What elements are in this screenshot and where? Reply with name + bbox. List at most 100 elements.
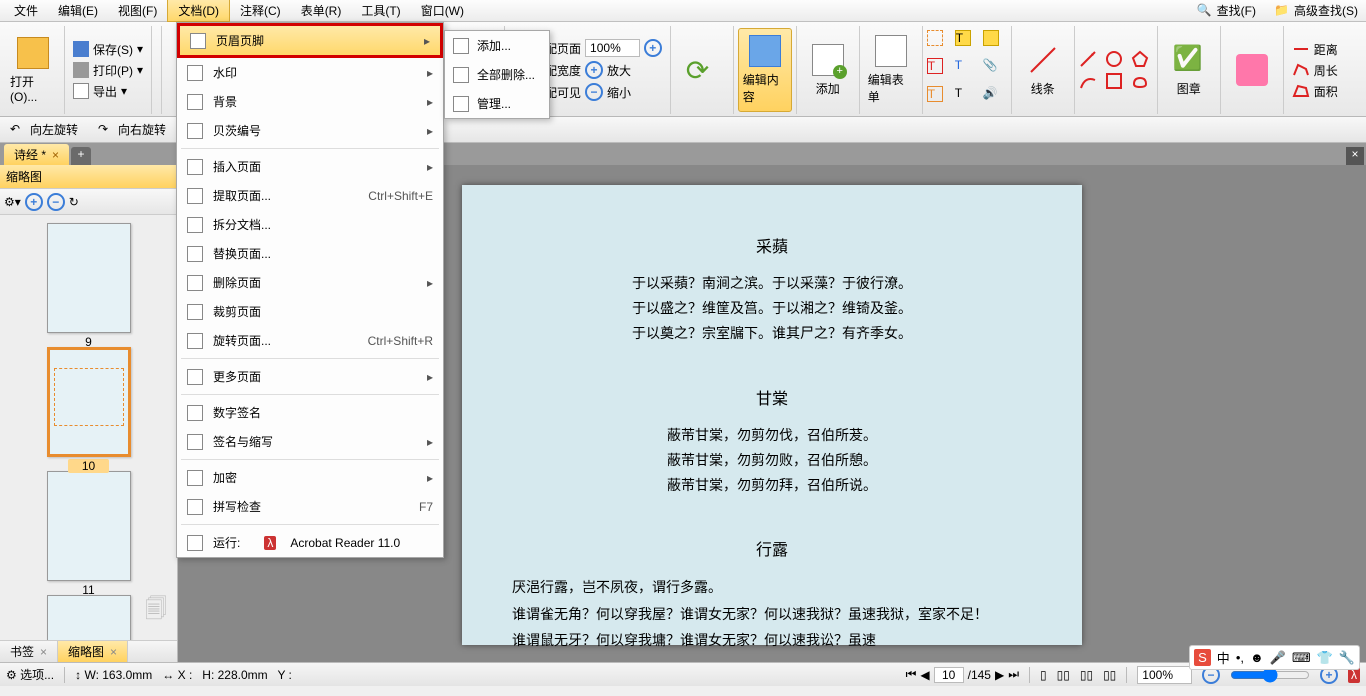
zoomout-icon[interactable]: − [585,83,603,101]
tabbar-close-icon[interactable]: × [1346,147,1364,165]
prev-page-icon[interactable]: ◀ [920,668,929,682]
circle-icon[interactable] [1105,50,1123,68]
menu-edit[interactable]: 编辑(E) [48,0,108,21]
menu-comment[interactable]: 注释(C) [230,0,291,21]
sound-icon[interactable]: 🔊 [983,86,999,102]
text-orange-icon[interactable]: T [927,86,943,102]
stamp-button[interactable]: ✅ 图章 [1162,28,1216,112]
gear-icon[interactable]: ⚙▾ [4,195,21,209]
arrow-icon[interactable] [1079,50,1097,68]
thumb-10[interactable]: 10 [39,347,139,467]
menu-view[interactable]: 视图(F) [108,0,167,21]
thumb-11[interactable]: 11 [39,471,139,591]
attach-icon[interactable]: 📎 [983,58,999,74]
thumb-zoomin-icon[interactable]: + [25,193,43,211]
ime-emoji-icon[interactable]: ☻ [1250,650,1264,665]
last-page-icon[interactable]: ⏭ [1008,667,1019,682]
line-tool[interactable]: 线条 [1016,28,1070,112]
close-icon[interactable]: × [40,645,47,659]
menu-item-watermark[interactable]: 水印▸ [177,58,443,87]
ime-mic-icon[interactable]: 🎤 [1270,650,1286,666]
zoom-select[interactable]: 100% [585,39,640,57]
menu-item-abbr[interactable]: 签名与缩写▸ [177,427,443,456]
perimeter-button[interactable]: 周长 [1288,61,1342,80]
menu-item-extract[interactable]: 提取页面...Ctrl+Shift+E [177,181,443,210]
ime-lang[interactable]: 中 [1217,648,1230,667]
menu-item-bg[interactable]: 背景▸ [177,87,443,116]
export-button[interactable]: 导出 ▾ [69,82,147,101]
ime-punct[interactable]: •, [1236,650,1244,665]
area-button[interactable]: 面积 [1288,82,1342,101]
rotate-right-button[interactable]: ↷向右旋转 [94,120,170,139]
menu-document[interactable]: 文档(D) [167,0,230,22]
menu-item-replace[interactable]: 替换页面... [177,239,443,268]
zoom-status[interactable]: 100% [1137,666,1192,684]
editform-button[interactable]: 编辑表单 [864,28,918,112]
menu-item-run[interactable]: 运行: λAcrobat Reader 11.0 [177,528,443,557]
menu-item-more[interactable]: 更多页面▸ [177,362,443,391]
editcontent-button[interactable]: 编辑内容 [738,28,792,112]
ime-keyboard-icon[interactable]: ⌨ [1292,650,1311,666]
thumb-rotate-icon[interactable]: ↻ [69,195,79,209]
page-input[interactable] [934,667,964,683]
first-page-icon[interactable]: ⏮ [906,667,917,682]
note-icon[interactable] [983,30,999,46]
menu-item-sign[interactable]: 数字签名 [177,398,443,427]
thumb-9[interactable]: 9 [39,223,139,343]
menu-item-delete[interactable]: 删除页面▸ [177,268,443,297]
cloud-icon[interactable] [1131,72,1149,90]
menu-item-rotate[interactable]: 旋转页面...Ctrl+Shift+R [177,326,443,355]
layout-single-icon[interactable]: ▯ [1040,668,1047,682]
menu-item-encrypt[interactable]: 加密▸ [177,463,443,492]
menu-form[interactable]: 表单(R) [291,0,352,21]
submenu-item[interactable]: 全部删除... [445,60,549,89]
distance-button[interactable]: 距离 [1288,40,1342,59]
zoom-plus-icon[interactable]: + [644,39,662,57]
square-icon[interactable] [1105,72,1123,90]
eraser-button[interactable] [1225,28,1279,112]
layout-contfacing-icon[interactable]: ▯▯ [1103,668,1116,682]
thumbnail-tab[interactable]: 缩略图× [58,641,128,662]
menu-item-insert[interactable]: 插入页面▸ [177,152,443,181]
layout-cont-icon[interactable]: ▯▯ [1057,668,1070,682]
refresh-button[interactable]: ⟳ [675,28,729,112]
select-icon[interactable] [927,30,943,46]
text-black-icon[interactable]: T [955,86,971,102]
ime-tool-icon[interactable]: 🔧 [1339,650,1355,666]
submenu-item[interactable]: 添加... [445,31,549,60]
menu-item-spell[interactable]: 拼写检查F7 [177,492,443,521]
close-icon[interactable]: × [110,645,117,659]
menu-window[interactable]: 窗口(W) [411,0,474,21]
pencil-icon[interactable] [1079,72,1097,90]
highlight-icon[interactable]: T [955,30,971,46]
add-button[interactable]: + 添加 [801,28,855,112]
thumb-zoomout-icon[interactable]: − [47,193,65,211]
print-button[interactable]: 打印(P) ▾ [69,61,147,80]
menu-tools[interactable]: 工具(T) [351,0,410,21]
text-red-icon[interactable]: T [927,58,943,74]
layout-facing-icon[interactable]: ▯▯ [1080,668,1093,682]
menu-item-bates[interactable]: 贝茨编号▸ [177,116,443,145]
save-button[interactable]: 保存(S) ▾ [69,40,147,59]
options-button[interactable]: ⚙ 选项... [6,666,54,683]
file-tab[interactable]: 诗经 *× [4,144,69,165]
rotate-left-button[interactable]: ↶向左旋转 [6,120,82,139]
pentagon-icon[interactable] [1131,50,1149,68]
open-button[interactable]: 打开(O)... [6,28,60,112]
menu-item-header[interactable]: 页眉页脚▸ [177,23,443,58]
find-button[interactable]: 🔍查找(F) [1193,1,1260,20]
tab-close-icon[interactable]: × [52,148,59,162]
add-tab-button[interactable]: + [71,147,91,165]
submenu-item[interactable]: 管理... [445,89,549,118]
zoomin-icon[interactable]: + [585,61,603,79]
menu-item-split[interactable]: 拆分文档... [177,210,443,239]
text-blue-icon[interactable]: T [955,58,971,74]
advfind-button[interactable]: 📁高级查找(S) [1270,1,1362,20]
ime-skin-icon[interactable]: 👕 [1317,650,1333,666]
next-page-icon[interactable]: ▶ [995,668,1004,682]
thumb-12[interactable] [39,595,139,640]
bookmark-tab[interactable]: 书签× [0,641,58,662]
perimeter-icon [1292,63,1310,77]
menu-item-crop[interactable]: 裁剪页面 [177,297,443,326]
menu-file[interactable]: 文件 [4,0,48,21]
